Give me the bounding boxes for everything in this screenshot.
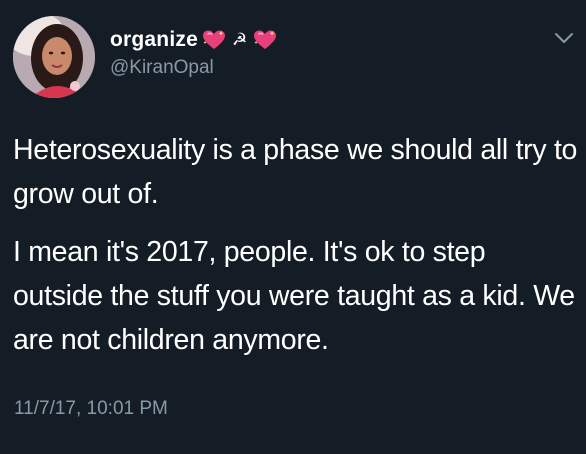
avatar-photo-icon bbox=[13, 16, 95, 98]
user-handle[interactable]: @KiranOpal bbox=[110, 57, 277, 79]
tweet-card: organize ☭ @KiranOpal Heterosexuality is… bbox=[0, 0, 586, 454]
sparkling-heart-icon bbox=[202, 30, 225, 49]
avatar[interactable] bbox=[13, 16, 95, 98]
chevron-down-icon[interactable] bbox=[554, 31, 574, 45]
tweet-timestamp[interactable]: 11/7/17, 10:01 PM bbox=[14, 398, 168, 420]
sparkling-heart-icon bbox=[254, 30, 277, 49]
display-name[interactable]: organize bbox=[110, 28, 198, 52]
user-header: organize ☭ @KiranOpal bbox=[110, 26, 277, 79]
name-row: organize ☭ bbox=[110, 26, 277, 54]
tweet-text: Heterosexuality is a phase we should all… bbox=[13, 128, 579, 362]
tweet-paragraph-1: Heterosexuality is a phase we should all… bbox=[13, 134, 578, 210]
hammer-sickle-icon: ☭ bbox=[231, 30, 248, 49]
tweet-paragraph-2: I mean it's 2017, people. It's ok to ste… bbox=[13, 236, 575, 356]
